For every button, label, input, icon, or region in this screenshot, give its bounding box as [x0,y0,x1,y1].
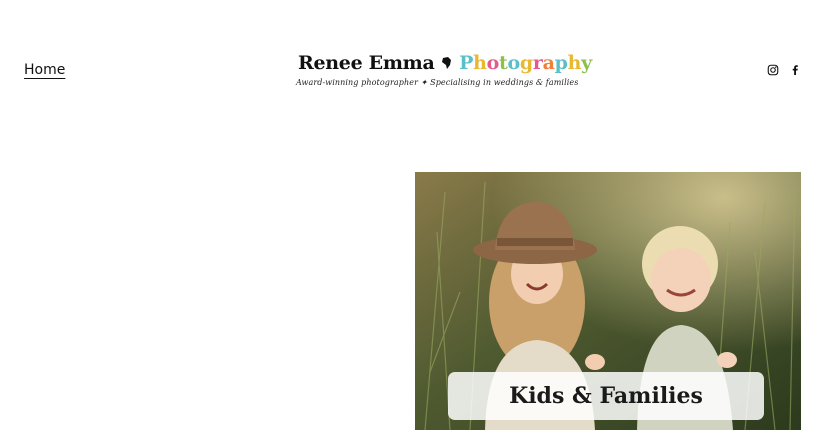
logo-letter: a [542,52,555,74]
logo-letter: p [554,52,568,74]
facebook-icon[interactable] [789,64,801,76]
logo-title: Renee Emma Photography [298,52,592,74]
instagram-icon[interactable] [767,64,779,76]
nav-home-link[interactable]: Home [24,62,65,78]
bird-icon [441,57,451,69]
logo-photography-word: Photography [459,52,592,74]
kids-families-card[interactable]: Kids & Families [415,172,801,430]
logo-letter: P [459,52,474,74]
logo-letter: h [473,52,487,74]
logo-letter: t [499,52,508,74]
social-links [767,64,801,76]
site-logo[interactable]: Renee Emma Photography Award-winning pho… [294,52,592,96]
logo-letter: o [507,52,521,74]
logo-letter: h [567,52,582,74]
logo-letter: g [519,52,533,74]
logo-name: Renee Emma [298,52,435,74]
card-label: Kids & Families [448,372,764,420]
logo-letter: y [581,52,592,74]
logo-tagline: Award-winning photographer ✦ Specialisin… [296,78,579,87]
logo-letter: o [486,52,500,74]
logo-letter: r [532,52,543,74]
